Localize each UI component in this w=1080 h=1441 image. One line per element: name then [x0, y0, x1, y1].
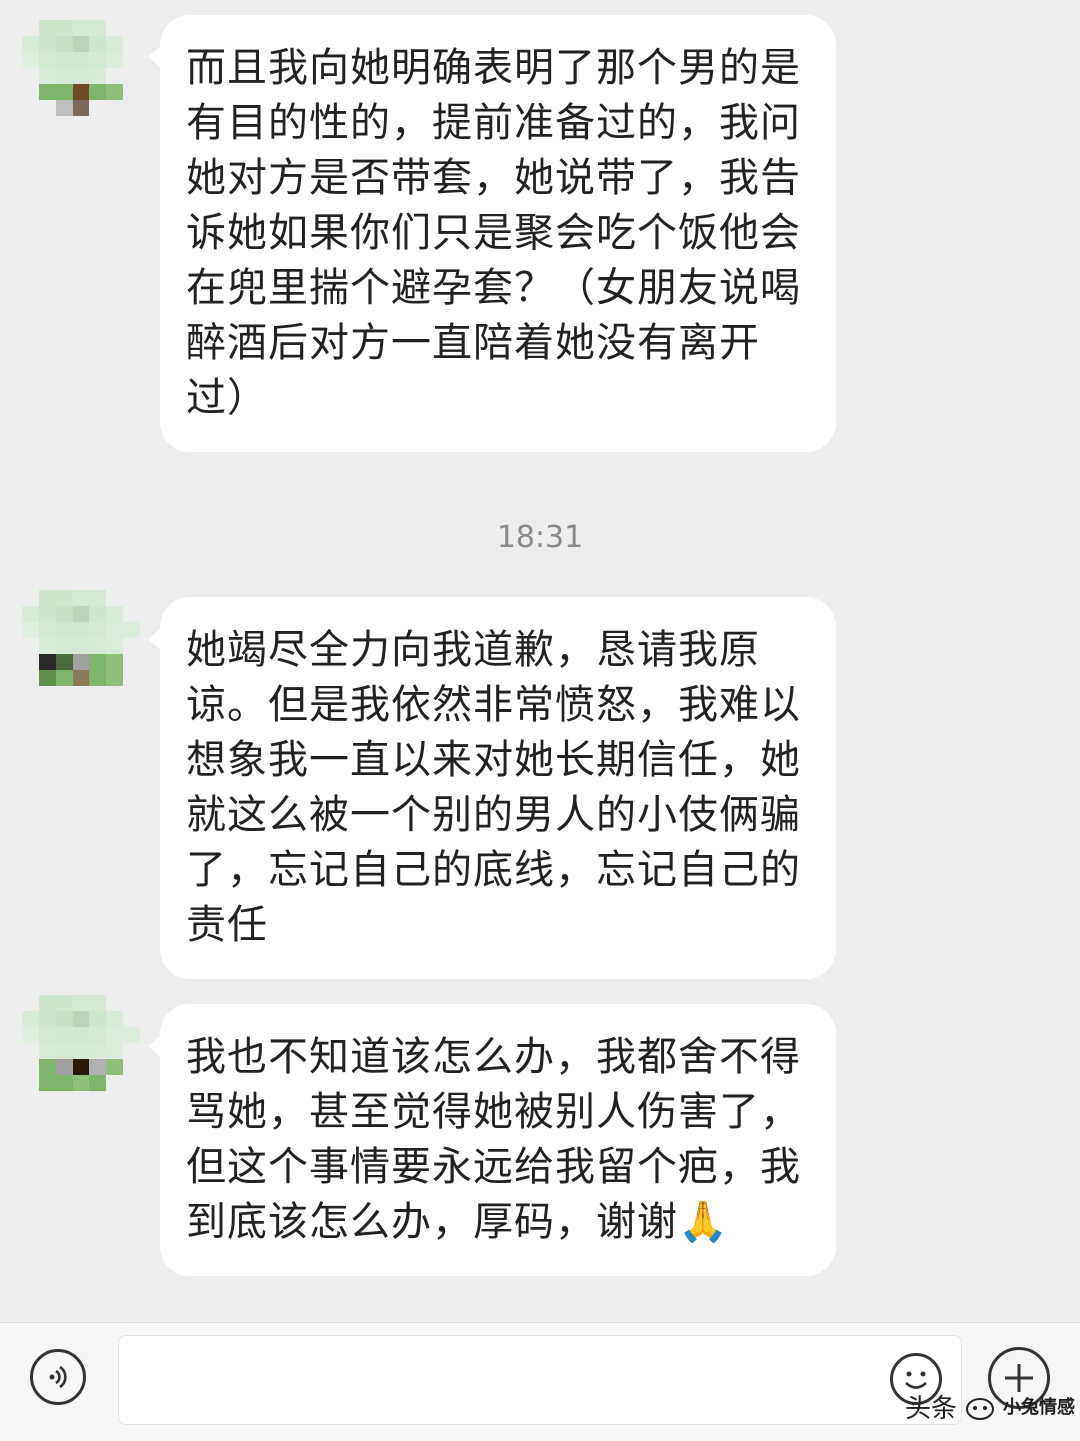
- message-text: 我也不知道该怎么办，我都舍不得骂她，甚至觉得她被别人伤害了，但这个事情要永远给我…: [186, 1034, 801, 1245]
- voice-button[interactable]: [30, 1349, 86, 1405]
- avatar[interactable]: [22, 995, 140, 1107]
- watermark-account: 小兔情感: [1003, 1397, 1076, 1418]
- avatar[interactable]: [22, 20, 140, 132]
- message-input[interactable]: [118, 1335, 962, 1425]
- timestamp: 18:31: [496, 520, 584, 555]
- message-text: 而且我向她明确表明了那个男的是有目的性的，提前准备过的，我问她对方是否带套，她说…: [186, 45, 801, 421]
- rabbit-logo-icon: [966, 1398, 995, 1420]
- message-bubble[interactable]: 而且我向她明确表明了那个男的是有目的性的，提前准备过的，我问她对方是否带套，她说…: [148, 15, 836, 452]
- watermark: 头条 小兔情感: [905, 1386, 1075, 1426]
- avatar[interactable]: [22, 590, 140, 702]
- chat-area: 而且我向她明确表明了那个男的是有目的性的，提前准备过的，我问她对方是否带套，她说…: [0, 0, 1080, 1322]
- message-text: 她竭尽全力向我道歉，恳请我原谅。但是我依然非常愤怒，我难以想象我一直以来对她长期…: [186, 627, 801, 948]
- message-bubble[interactable]: 她竭尽全力向我道歉，恳请我原谅。但是我依然非常愤怒，我难以想象我一直以来对她长期…: [148, 597, 836, 979]
- watermark-brand: 头条: [905, 1393, 958, 1424]
- voice-icon: [49, 1365, 67, 1389]
- message-bubble[interactable]: 我也不知道该怎么办，我都舍不得骂她，甚至觉得她被别人伤害了，但这个事情要永远给我…: [148, 1004, 836, 1276]
